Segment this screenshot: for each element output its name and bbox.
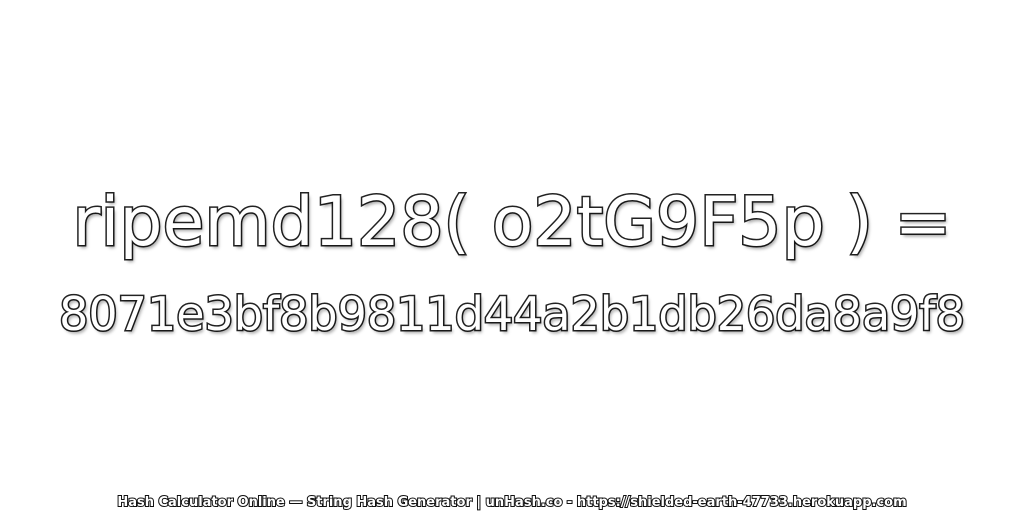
hash-expression-heading: ripemd128( o2tG9F5p ) = bbox=[71, 182, 953, 264]
hash-image-canvas: ripemd128( o2tG9F5p ) = 8071e3bf8b9811d4… bbox=[0, 0, 1024, 512]
footer-credit: Hash Calculator Online — String Hash Gen… bbox=[116, 494, 907, 511]
hash-result-value: 8071e3bf8b9811d44a2b1db26da8a9f8 bbox=[58, 286, 967, 343]
